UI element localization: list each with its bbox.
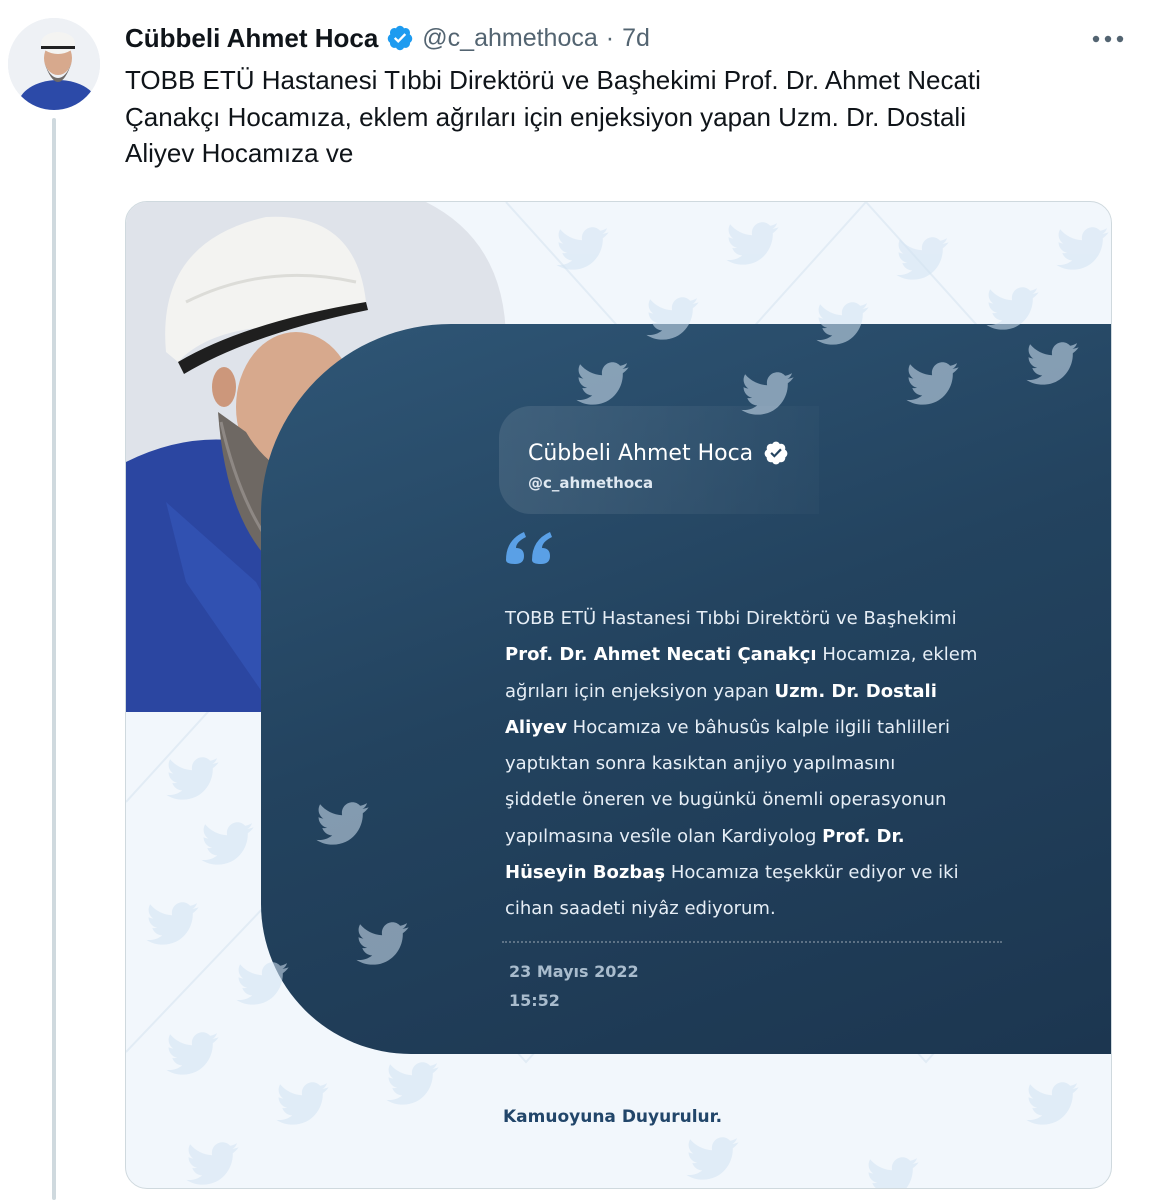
verified-badge-icon <box>764 441 788 465</box>
quote-card-date: 23 Mayıs 2022 <box>509 962 639 981</box>
header-separator: · <box>605 23 615 52</box>
twitter-bird-icon <box>646 297 699 340</box>
quote-card-body-line: şiddetle öneren ve bugünkü önemli operas… <box>505 782 1065 818</box>
avatar-image <box>8 18 100 110</box>
text-run: cihan saadeti niyâz ediyorum. <box>505 898 776 920</box>
quote-card-body-line: ağrıları için enjeksiyon yapan Uzm. Dr. … <box>505 674 1065 710</box>
twitter-bird-icon <box>868 1157 919 1188</box>
tweet-header: Cübbeli Ahmet Hoca @c_ahmethoca · 7d <box>125 20 650 56</box>
twitter-bird-icon <box>816 302 869 345</box>
twitter-bird-icon <box>146 902 199 945</box>
quote-card-body-line: cihan saadeti niyâz ediyorum. <box>505 891 1065 927</box>
quote-card-body: TOBB ETÜ Hastanesi Tıbbi Direktörü ve Ba… <box>505 601 1065 928</box>
ellipsis-icon <box>1092 35 1124 43</box>
bold-text-run: Prof. Dr. Ahmet Necati Çanakçı <box>505 644 817 666</box>
quote-mark-icon <box>506 532 552 564</box>
twitter-bird-icon <box>201 822 254 865</box>
twitter-bird-icon <box>276 1082 329 1125</box>
quote-card-body-line: Prof. Dr. Ahmet Necati Çanakçı Hocamıza,… <box>505 637 1065 673</box>
twitter-bird-icon <box>316 802 369 845</box>
tweet-text-line: TOBB ETÜ Hastanesi Tıbbi Direktörü ve Ba… <box>125 65 981 95</box>
twitter-bird-icon <box>741 372 794 415</box>
twitter-bird-icon <box>576 362 629 405</box>
tweet-timestamp[interactable]: 7d <box>622 24 650 53</box>
bold-text-run: Hüseyin Bozbaş <box>505 862 666 884</box>
tweet-text-line: Aliyev Hocamıza ve <box>125 138 354 168</box>
verified-badge-icon <box>388 25 413 51</box>
author-avatar[interactable] <box>8 18 100 110</box>
bold-text-run: Uzm. Dr. Dostali <box>774 680 937 702</box>
bold-text-run: Aliyev <box>505 716 567 738</box>
twitter-bird-icon <box>1026 342 1079 385</box>
quote-card-body-line: Hüseyin Bozbaş Hocamıza teşekkür ediyor … <box>505 855 1065 891</box>
twitter-bird-icon <box>166 1032 219 1075</box>
twitter-bird-icon <box>186 1142 239 1185</box>
twitter-bird-icon <box>1026 1082 1079 1125</box>
quote-card-handle: @c_ahmethoca <box>528 474 654 492</box>
twitter-bird-icon <box>906 362 959 405</box>
quote-card-divider <box>502 941 1002 943</box>
quote-card-body-line: yapılmasına vesîle olan Kardiyolog Prof.… <box>505 819 1065 855</box>
thread-connector-line <box>52 118 56 1200</box>
twitter-bird-icon <box>686 1137 739 1180</box>
text-run: yaptıktan sonra kasıktan anjiyo yapılmas… <box>505 753 896 775</box>
text-run: Hocamıza, eklem <box>816 644 978 666</box>
text-run: TOBB ETÜ Hastanesi Tıbbi Direktörü ve Ba… <box>505 608 957 629</box>
author-display-name[interactable]: Cübbeli Ahmet Hoca <box>125 23 378 54</box>
tweet-text: TOBB ETÜ Hastanesi Tıbbi Direktörü ve Ba… <box>125 62 1145 172</box>
twitter-bird-icon <box>1056 227 1109 270</box>
text-run: ağrıları için enjeksiyon yapan <box>505 680 775 702</box>
twitter-bird-icon <box>556 227 609 270</box>
twitter-bird-icon <box>356 922 409 965</box>
text-run: Hocamıza teşekkür ediyor ve iki <box>665 862 959 884</box>
author-handle[interactable]: @c_ahmethoca <box>422 24 597 53</box>
twitter-bird-icon <box>896 237 949 280</box>
announcement-footer: Kamuoyuna Duyurulur. <box>503 1107 723 1127</box>
quote-card-body-line: TOBB ETÜ Hastanesi Tıbbi Direktörü ve Ba… <box>505 601 1065 637</box>
more-options-button[interactable] <box>1078 24 1138 54</box>
quote-card-body-line: Aliyev Hocamıza ve bâhusûs kalple ilgili… <box>505 710 1065 746</box>
twitter-bird-icon <box>726 222 779 265</box>
bold-text-run: Prof. Dr. <box>822 825 905 847</box>
text-run: Hocamıza ve bâhusûs kalple ilgili tahlil… <box>566 716 950 738</box>
text-run: şiddetle öneren ve bugünkü önemli operas… <box>505 789 947 811</box>
twitter-bird-icon <box>166 757 219 800</box>
quote-card-author: Cübbeli Ahmet Hoca <box>528 440 789 466</box>
text-run: yapılmasına vesîle olan Kardiyolog <box>505 825 823 847</box>
tweet-text-line: Çanakçı Hocamıza, eklem ağrıları için en… <box>125 101 966 132</box>
quote-card-time: 15:52 <box>509 991 560 1010</box>
tweet-media-image[interactable]: Cübbeli Ahmet Hoca @c_ahmethoca TOBB ETÜ… <box>125 201 1112 1189</box>
quote-card-author-name: Cübbeli Ahmet Hoca <box>528 440 754 466</box>
quote-card-body-line: yaptıktan sonra kasıktan anjiyo yapılmas… <box>505 746 1065 782</box>
twitter-bird-icon <box>236 962 289 1005</box>
twitter-bird-icon <box>986 287 1039 330</box>
twitter-bird-icon <box>386 1062 439 1105</box>
